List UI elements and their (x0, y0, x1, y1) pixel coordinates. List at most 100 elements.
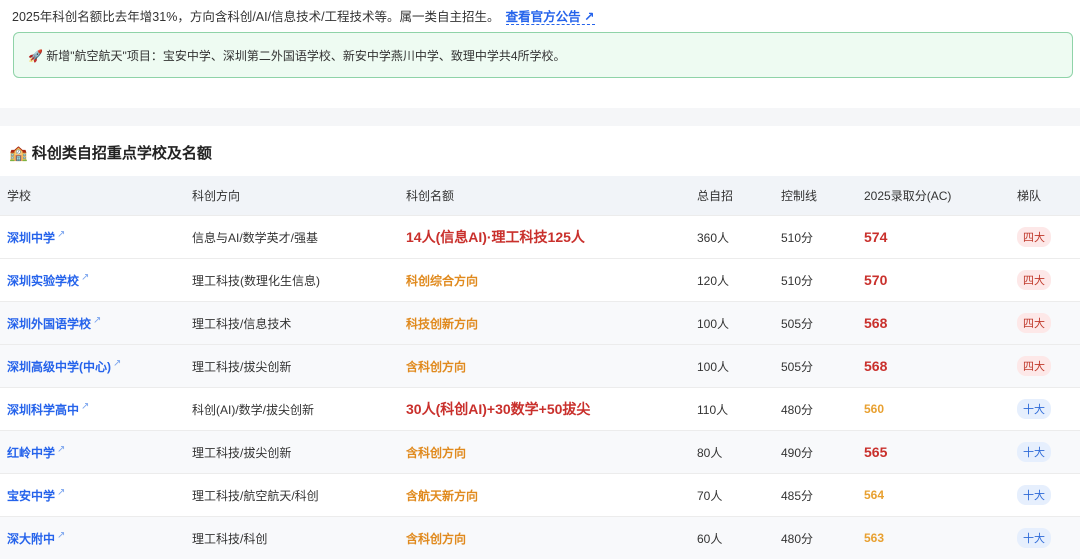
table-row: 宝安中学↗理工科技/航空航天/科创含航天新方向70人485分564十大 (0, 474, 1080, 517)
school-table: 学校科创方向科创名额总自招控制线2025录取分(AC)梯队 深圳中学↗信息与AI… (0, 176, 1080, 559)
total-cell: 70人 (696, 474, 780, 517)
school-cell: 深圳外国语学校↗ (0, 302, 191, 345)
table-row: 深圳高级中学(中心)↗理工科技/拔尖创新含科创方向100人505分568四大 (0, 345, 1080, 388)
direction-cell: 理工科技/航空航天/科创 (191, 474, 405, 517)
control-line-cell: 510分 (780, 216, 863, 259)
control-line-cell: 510分 (780, 259, 863, 302)
notice-text: 新增"航空航天"项目：宝安中学、深圳第二外国语学校、新安中学燕川中学、致理中学共… (46, 49, 565, 63)
total-cell: 80人 (696, 431, 780, 474)
total-cell: 110人 (696, 388, 780, 431)
control-line-cell: 505分 (780, 302, 863, 345)
table-row: 深圳科学高中↗科创(AI)/数学/拔尖创新30人(科创AI)+30数学+50拔尖… (0, 388, 1080, 431)
tier-badge: 十大 (1017, 399, 1051, 419)
total-cell: 360人 (696, 216, 780, 259)
school-cell: 深圳中学↗ (0, 216, 191, 259)
direction-cell: 理工科技/拔尖创新 (191, 431, 405, 474)
school-cell: 深圳高级中学(中心)↗ (0, 345, 191, 388)
score-cell: 564 (863, 474, 1016, 517)
external-link-icon[interactable]: ↗ (57, 444, 65, 455)
control-line-cell: 505分 (780, 345, 863, 388)
quota-cell: 科技创新方向 (405, 302, 696, 345)
school-link[interactable]: 深圳高级中学(中心) (7, 360, 111, 374)
school-cell: 深圳实验学校↗ (0, 259, 191, 302)
quota-text: 30人(科创AI)+30数学+50拔尖 (406, 401, 590, 417)
score-text: 560 (864, 402, 884, 416)
score-cell: 563 (863, 517, 1016, 559)
tier-cell: 十大 (1016, 517, 1080, 559)
school-cell: 深大附中↗ (0, 517, 191, 559)
school-link[interactable]: 深大附中 (7, 532, 55, 546)
score-cell: 570 (863, 259, 1016, 302)
tier-badge: 四大 (1017, 313, 1051, 333)
tier-cell: 四大 (1016, 302, 1080, 345)
school-link[interactable]: 深圳实验学校 (7, 274, 79, 288)
column-header[interactable]: 总自招 (696, 176, 780, 216)
column-header[interactable]: 2025录取分(AC) (863, 176, 1016, 216)
score-cell: 560 (863, 388, 1016, 431)
column-header[interactable]: 科创名额 (405, 176, 696, 216)
tier-cell: 十大 (1016, 388, 1080, 431)
direction-cell: 科创(AI)/数学/拔尖创新 (191, 388, 405, 431)
quota-cell: 含航天新方向 (405, 474, 696, 517)
column-header[interactable]: 控制线 (780, 176, 863, 216)
quota-cell: 含科创方向 (405, 431, 696, 474)
score-cell: 574 (863, 216, 1016, 259)
external-link-icon[interactable]: ↗ (81, 272, 89, 283)
tier-cell: 十大 (1016, 431, 1080, 474)
quota-text: 科创综合方向 (406, 274, 478, 288)
column-header[interactable]: 梯队 (1016, 176, 1080, 216)
intro-panel: 2025年科创名额比去年增31%，方向含科创/AI/信息技术/工程技术等。属一类… (0, 0, 1080, 108)
quota-text: 科技创新方向 (406, 317, 478, 331)
score-text: 564 (864, 488, 884, 502)
total-cell: 60人 (696, 517, 780, 559)
external-link-icon[interactable]: ↗ (93, 315, 101, 326)
school-cell: 深圳科学高中↗ (0, 388, 191, 431)
table-row: 深圳实验学校↗理工科技(数理化生信息)科创综合方向120人510分570四大 (0, 259, 1080, 302)
table-row: 深圳中学↗信息与AI/数学英才/强基14人(信息AI)·理工科技125人360人… (0, 216, 1080, 259)
quota-text: 含科创方向 (406, 360, 466, 374)
control-line-cell: 490分 (780, 431, 863, 474)
column-header[interactable]: 学校 (0, 176, 191, 216)
external-link-icon[interactable]: ↗ (57, 229, 65, 240)
quota-cell: 含科创方向 (405, 345, 696, 388)
school-link[interactable]: 红岭中学 (7, 446, 55, 460)
quota-cell: 科创综合方向 (405, 259, 696, 302)
external-link-icon[interactable]: ↗ (113, 358, 121, 369)
official-notice-link[interactable]: 查看官方公告 ↗ (506, 10, 595, 25)
external-link-icon[interactable]: ↗ (57, 487, 65, 498)
tier-cell: 十大 (1016, 474, 1080, 517)
school-link[interactable]: 深圳外国语学校 (7, 317, 91, 331)
school-link[interactable]: 深圳科学高中 (7, 403, 79, 417)
quota-cell: 14人(信息AI)·理工科技125人 (405, 216, 696, 259)
external-link-icon[interactable]: ↗ (81, 401, 89, 412)
column-header[interactable]: 科创方向 (191, 176, 405, 216)
external-link-icon[interactable]: ↗ (57, 530, 65, 541)
total-cell: 100人 (696, 345, 780, 388)
score-text: 568 (864, 315, 887, 331)
quota-cell: 30人(科创AI)+30数学+50拔尖 (405, 388, 696, 431)
total-cell: 120人 (696, 259, 780, 302)
intro-summary: 2025年科创名额比去年增31%，方向含科创/AI/信息技术/工程技术等。属一类… (12, 10, 500, 24)
school-link[interactable]: 深圳中学 (7, 231, 55, 245)
section-title: 🏫 科创类自招重点学校及名额 (9, 142, 212, 163)
school-link[interactable]: 宝安中学 (7, 489, 55, 503)
tier-badge: 十大 (1017, 485, 1051, 505)
direction-cell: 理工科技/科创 (191, 517, 405, 559)
score-text: 565 (864, 444, 887, 460)
school-section: 🏫 科创类自招重点学校及名额 学校科创方向科创名额总自招控制线2025录取分(A… (0, 126, 1080, 533)
score-text: 568 (864, 358, 887, 374)
tier-cell: 四大 (1016, 216, 1080, 259)
table-row: 红岭中学↗ 理工科技/拔尖创新含科创方向80人490分565 十大 (0, 431, 1080, 474)
table-header: 学校科创方向科创名额总自招控制线2025录取分(AC)梯队 (0, 176, 1080, 216)
quota-text: 14人(信息AI)·理工科技125人 (406, 229, 585, 245)
intro-text: 2025年科创名额比去年增31%，方向含科创/AI/信息技术/工程技术等。属一类… (12, 6, 595, 25)
notice-banner: 🚀 新增"航空航天"项目：宝安中学、深圳第二外国语学校、新安中学燕川中学、致理中… (13, 32, 1073, 78)
score-cell: 568 (863, 302, 1016, 345)
school-icon: 🏫 (9, 145, 28, 162)
quota-cell: 含科创方向 (405, 517, 696, 559)
quota-text: 含航天新方向 (406, 489, 478, 503)
tier-badge: 四大 (1017, 270, 1051, 290)
control-line-cell: 480分 (780, 388, 863, 431)
score-text: 563 (864, 531, 884, 545)
rocket-icon: 🚀 (28, 49, 43, 63)
